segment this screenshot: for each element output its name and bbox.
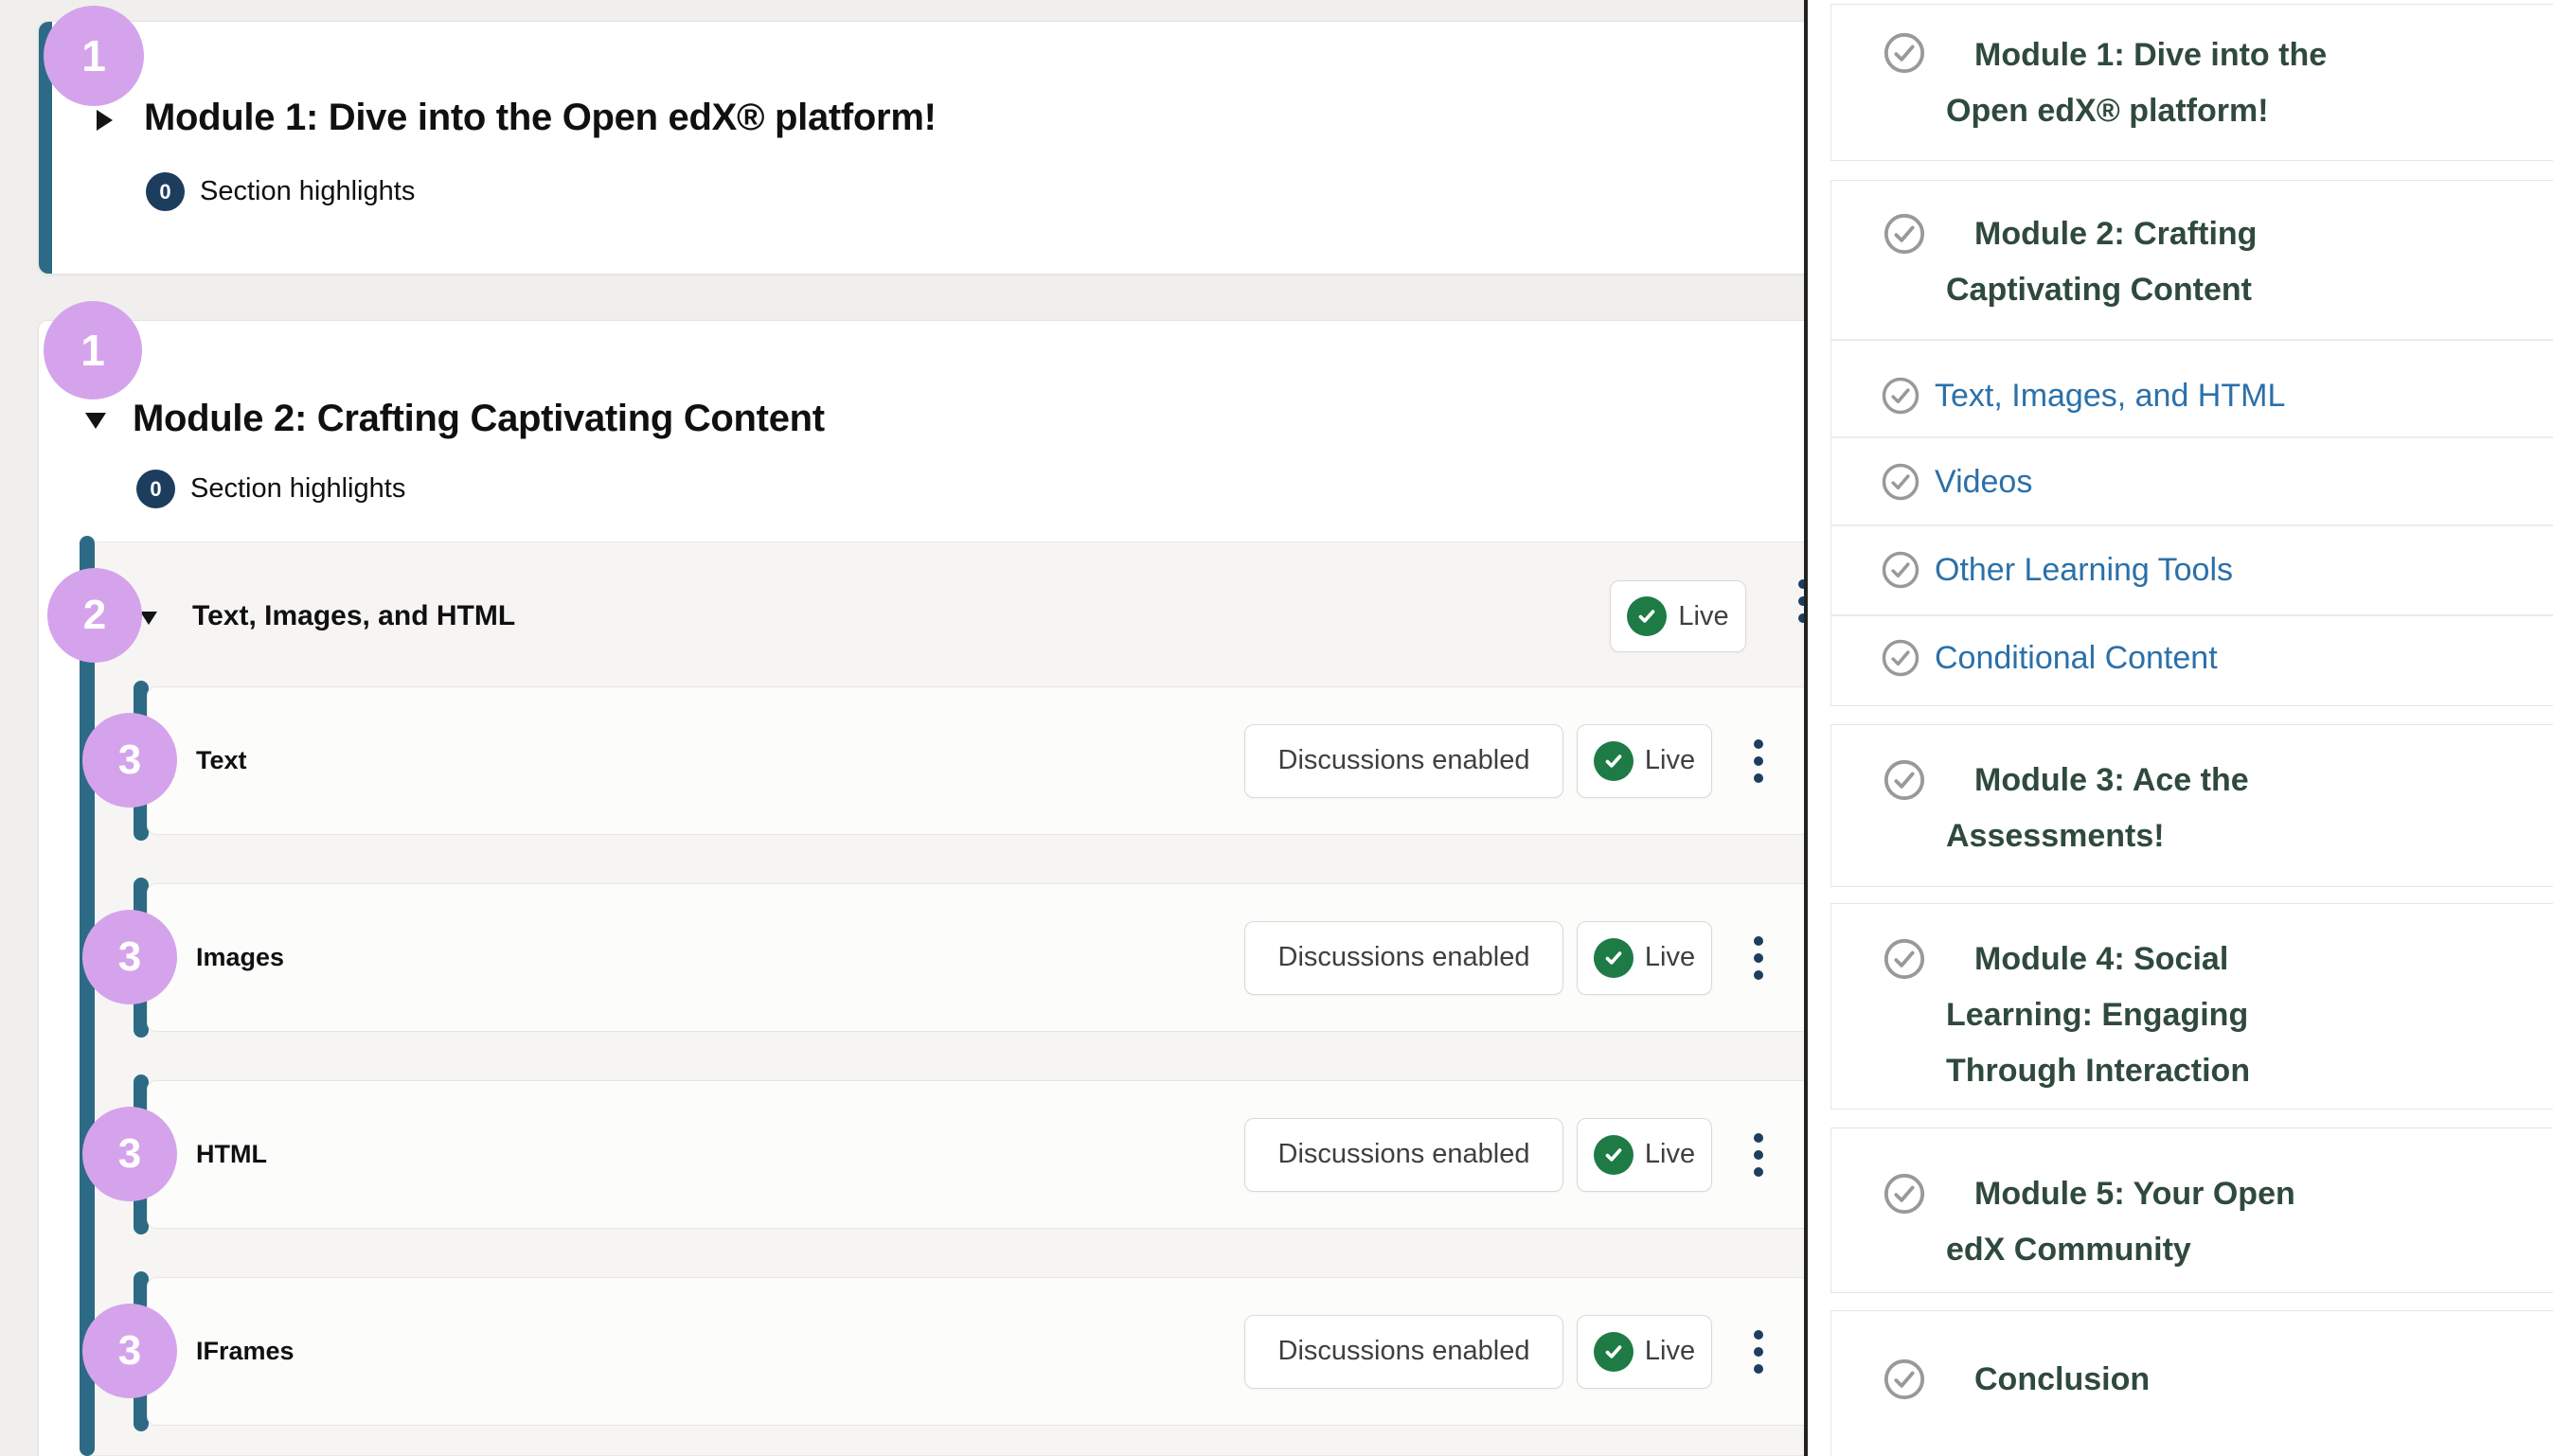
check-circle-outline-icon <box>1883 1358 1926 1406</box>
sidebar-subsection-link-row[interactable]: Other Learning Tools <box>1831 542 2553 598</box>
check-circle-icon <box>1594 938 1634 978</box>
sidebar-item-module-2[interactable]: Module 2: Crafting Captivating Content T… <box>1830 180 2553 706</box>
divider <box>1831 339 2553 341</box>
sidebar-subsection-link-row[interactable]: Conditional Content <box>1831 630 2553 686</box>
sidebar-item-module-1[interactable]: Module 1: Dive into the Open edX® platfo… <box>1830 4 2553 161</box>
step-number-badge: 3 <box>82 910 177 1004</box>
check-circle-icon <box>1627 596 1667 636</box>
highlights-label: Section highlights <box>190 473 405 505</box>
sidebar-subsection-link[interactable]: Conditional Content <box>1935 640 2218 677</box>
step-number-badge: 1 <box>44 301 142 400</box>
sidebar-subsection-link[interactable]: Videos <box>1935 464 2032 501</box>
live-status-badge: Live <box>1577 1315 1712 1389</box>
live-label: Live <box>1645 745 1695 776</box>
unit-row-text: Text Discussions enabled Live <box>147 686 1815 835</box>
check-circle-outline-icon <box>1883 212 1926 260</box>
course-navigation-sidebar: Module 1: Dive into the Open edX® platfo… <box>1804 0 2553 1456</box>
unit-title[interactable]: IFrames <box>196 1337 295 1366</box>
step-number-badge: 2 <box>47 568 142 663</box>
sidebar-section-title[interactable]: Module 4: Social Learning: Engaging Thro… <box>1831 904 2382 1099</box>
sidebar-subsection-link-row[interactable]: Videos <box>1831 453 2553 510</box>
live-label: Live <box>1678 601 1728 632</box>
check-circle-outline-icon <box>1883 31 1926 80</box>
sidebar-item-module-3[interactable]: Module 3: Ace the Assessments! <box>1830 724 2553 887</box>
unit-row-iframes: IFrames Discussions enabled Live <box>147 1277 1815 1426</box>
chevron-down-icon[interactable] <box>140 612 157 625</box>
divider <box>1831 436 2553 438</box>
sidebar-item-module-4[interactable]: Module 4: Social Learning: Engaging Thro… <box>1830 903 2553 1110</box>
sidebar-subsection-link-row[interactable]: Text, Images, and HTML <box>1831 367 2553 424</box>
check-circle-outline-icon <box>1881 376 1920 416</box>
section-highlights-button[interactable]: 0 Section highlights <box>136 470 405 508</box>
live-label: Live <box>1645 942 1695 973</box>
subsection-accent-bar <box>80 536 95 1456</box>
section-title[interactable]: Module 2: Crafting Captivating Content <box>133 398 825 440</box>
divider <box>1831 614 2553 616</box>
highlights-label: Section highlights <box>200 176 415 207</box>
kebab-menu-button[interactable] <box>1754 739 1763 783</box>
check-circle-outline-icon <box>1881 462 1920 502</box>
sidebar-item-module-5[interactable]: Module 5: Your Open edX Community <box>1830 1128 2553 1293</box>
live-label: Live <box>1645 1139 1695 1170</box>
live-status-badge: Live <box>1610 580 1746 652</box>
unit-title[interactable]: Images <box>196 943 284 972</box>
live-status-badge: Live <box>1577 921 1712 995</box>
section-card-module-1 <box>38 21 1837 275</box>
check-circle-icon <box>1594 1135 1634 1175</box>
chevron-right-icon[interactable] <box>97 110 113 131</box>
check-circle-outline-icon <box>1881 638 1920 678</box>
live-status-badge: Live <box>1577 724 1712 798</box>
discussions-enabled-badge: Discussions enabled <box>1244 724 1563 798</box>
discussions-enabled-badge: Discussions enabled <box>1244 921 1563 995</box>
section-highlights-button[interactable]: 0 Section highlights <box>146 172 415 211</box>
step-number-badge: 1 <box>44 6 144 106</box>
highlights-count-badge: 0 <box>136 470 175 508</box>
highlights-count-badge: 0 <box>146 172 185 211</box>
step-number-badge: 3 <box>82 1107 177 1201</box>
kebab-menu-button[interactable] <box>1754 1133 1763 1177</box>
check-circle-outline-icon <box>1883 1172 1926 1220</box>
divider <box>1831 524 2553 526</box>
sidebar-subsection-link[interactable]: Text, Images, and HTML <box>1935 378 2285 415</box>
discussions-enabled-badge: Discussions enabled <box>1244 1315 1563 1389</box>
unit-title[interactable]: HTML <box>196 1140 267 1169</box>
sidebar-item-conclusion[interactable]: Conclusion <box>1830 1310 2553 1456</box>
unit-title[interactable]: Text <box>196 746 247 775</box>
check-circle-icon <box>1594 1332 1634 1372</box>
sidebar-subsection-link[interactable]: Other Learning Tools <box>1935 552 2233 589</box>
step-number-badge: 3 <box>82 1304 177 1398</box>
check-circle-outline-icon <box>1881 550 1920 590</box>
step-number-badge: 3 <box>82 713 177 808</box>
unit-row-html: HTML Discussions enabled Live <box>147 1080 1815 1229</box>
subsection-title[interactable]: Text, Images, and HTML <box>192 600 515 632</box>
live-status-badge: Live <box>1577 1118 1712 1192</box>
live-label: Live <box>1645 1336 1695 1367</box>
section-title[interactable]: Module 1: Dive into the Open edX® platfo… <box>144 97 937 139</box>
chevron-down-icon[interactable] <box>85 413 106 429</box>
kebab-menu-button[interactable] <box>1754 1330 1763 1374</box>
check-circle-icon <box>1594 741 1634 781</box>
check-circle-outline-icon <box>1883 758 1926 807</box>
unit-row-images: Images Discussions enabled Live <box>147 883 1815 1032</box>
course-outline-screen: Module 1: Dive into the Open edX® platfo… <box>0 0 2553 1456</box>
kebab-menu-button[interactable] <box>1754 936 1763 980</box>
discussions-enabled-badge: Discussions enabled <box>1244 1118 1563 1192</box>
check-circle-outline-icon <box>1883 937 1926 985</box>
